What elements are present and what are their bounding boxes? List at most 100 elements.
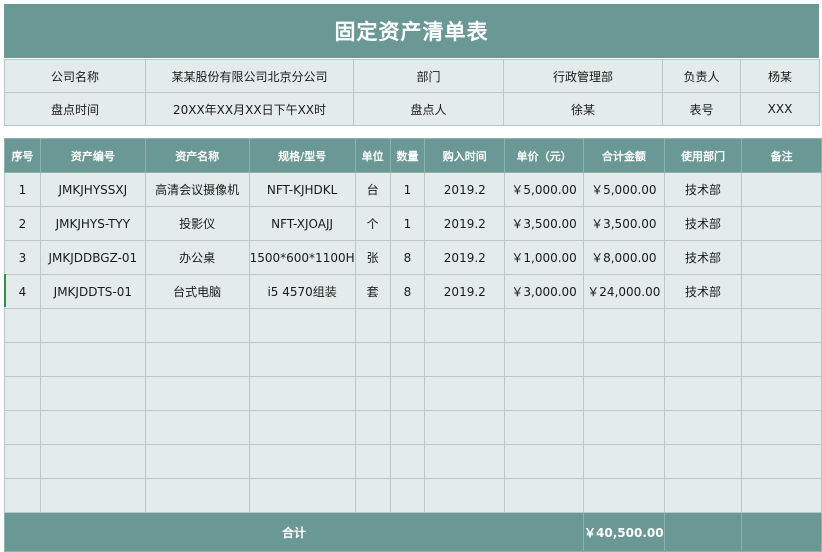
- col-unit-cell[interactable]: [354, 342, 391, 377]
- col-index-cell[interactable]: [4, 376, 41, 411]
- col-department-cell[interactable]: [663, 444, 743, 479]
- inventory-person-label[interactable]: 盘点人: [353, 92, 504, 126]
- sheet-number-value[interactable]: XXX: [740, 92, 820, 126]
- col-asset-name-cell[interactable]: 投影仪: [144, 206, 250, 241]
- col-spec-cell[interactable]: [248, 342, 356, 377]
- col-total-amount-cell[interactable]: ￥8,000.00: [583, 240, 665, 275]
- col-index-cell[interactable]: [4, 478, 41, 513]
- col-asset-id-cell[interactable]: JMKJHYSSXJ: [39, 172, 146, 207]
- col-department-cell[interactable]: 技术部: [663, 172, 743, 207]
- col-spec-cell[interactable]: [248, 410, 356, 445]
- col-remarks-cell[interactable]: [741, 444, 822, 479]
- col-unit-cell[interactable]: [354, 308, 391, 343]
- col-asset-id-cell[interactable]: JMKJHYS-TYY: [39, 206, 146, 241]
- col-asset-name-cell[interactable]: 高清会议摄像机: [144, 172, 250, 207]
- col-index-cell[interactable]: [4, 410, 41, 445]
- col-quantity-cell[interactable]: [389, 444, 426, 479]
- col-total-amount-cell[interactable]: [583, 444, 665, 479]
- col-asset-name-cell[interactable]: [144, 308, 250, 343]
- col-asset-id-cell[interactable]: [39, 342, 146, 377]
- col-unit-header[interactable]: 单位: [354, 138, 391, 173]
- sheet-title[interactable]: 固定资产清单表: [4, 4, 819, 58]
- col-remarks-cell[interactable]: [741, 172, 822, 207]
- col-department-cell[interactable]: 技术部: [663, 240, 743, 275]
- col-total-amount-header[interactable]: 合计金额: [583, 138, 665, 173]
- col-department-cell[interactable]: [663, 342, 743, 377]
- col-asset-id-cell[interactable]: [39, 410, 146, 445]
- col-asset-id-cell[interactable]: [39, 478, 146, 513]
- col-total-amount-cell[interactable]: ￥3,500.00: [583, 206, 665, 241]
- col-quantity-cell[interactable]: 1: [389, 172, 426, 207]
- col-asset-name-cell[interactable]: [144, 342, 250, 377]
- col-department-cell[interactable]: [663, 376, 743, 411]
- col-department-cell[interactable]: [663, 308, 743, 343]
- col-quantity-header[interactable]: 数量: [389, 138, 426, 173]
- col-purchase-date-header[interactable]: 购入时间: [424, 138, 506, 173]
- col-purchase-date-cell[interactable]: 2019.2: [424, 206, 506, 241]
- inventory-time-label[interactable]: 盘点时间: [4, 92, 146, 126]
- col-unit-cell[interactable]: 张: [354, 240, 391, 275]
- col-asset-id-cell[interactable]: [39, 376, 146, 411]
- col-spec-cell[interactable]: [248, 308, 356, 343]
- company-label[interactable]: 公司名称: [4, 59, 146, 93]
- col-total-amount-cell[interactable]: [583, 342, 665, 377]
- inventory-person-value[interactable]: 徐某: [503, 92, 663, 126]
- sheet-number-label[interactable]: 表号: [662, 92, 741, 126]
- col-unit-price-cell[interactable]: [504, 342, 585, 377]
- col-purchase-date-cell[interactable]: [424, 444, 506, 479]
- col-unit-price-cell[interactable]: ￥3,500.00: [504, 206, 585, 241]
- col-spec-header[interactable]: 规格/型号: [248, 138, 356, 173]
- col-purchase-date-cell[interactable]: 2019.2: [424, 274, 506, 309]
- col-unit-cell[interactable]: [354, 410, 391, 445]
- col-purchase-date-cell[interactable]: 2019.2: [424, 240, 506, 275]
- col-asset-name-cell[interactable]: [144, 444, 250, 479]
- col-asset-id-cell[interactable]: [39, 444, 146, 479]
- col-quantity-cell[interactable]: 1: [389, 206, 426, 241]
- col-spec-cell[interactable]: NFT-XJOAJJ: [248, 206, 356, 241]
- col-asset-name-cell[interactable]: [144, 478, 250, 513]
- total-empty-cell[interactable]: [663, 512, 743, 552]
- col-total-amount-cell[interactable]: ￥24,000.00: [583, 274, 665, 309]
- col-unit-price-cell[interactable]: [504, 478, 585, 513]
- col-index-cell[interactable]: [4, 342, 41, 377]
- col-purchase-date-cell[interactable]: [424, 308, 506, 343]
- col-department-cell[interactable]: 技术部: [663, 274, 743, 309]
- col-index-cell[interactable]: 4: [4, 274, 41, 309]
- col-unit-cell[interactable]: [354, 478, 391, 513]
- col-quantity-cell[interactable]: 8: [389, 240, 426, 275]
- col-quantity-cell[interactable]: [389, 478, 426, 513]
- col-remarks-cell[interactable]: [741, 308, 822, 343]
- col-remarks-cell[interactable]: [741, 274, 822, 309]
- department-value[interactable]: 行政管理部: [503, 59, 663, 93]
- col-unit-price-header[interactable]: 单价（元）: [504, 138, 585, 173]
- col-spec-cell[interactable]: NFT-KJHDKL: [248, 172, 356, 207]
- col-department-cell[interactable]: 技术部: [663, 206, 743, 241]
- col-index-cell[interactable]: 2: [4, 206, 41, 241]
- col-asset-name-cell[interactable]: 台式电脑: [144, 274, 250, 309]
- col-unit-cell[interactable]: [354, 376, 391, 411]
- col-remarks-header[interactable]: 备注: [741, 138, 822, 173]
- col-remarks-cell[interactable]: [741, 410, 822, 445]
- col-total-amount-cell[interactable]: ￥5,000.00: [583, 172, 665, 207]
- col-purchase-date-cell[interactable]: [424, 410, 506, 445]
- col-index-cell[interactable]: [4, 308, 41, 343]
- col-asset-name-cell[interactable]: 办公桌: [144, 240, 250, 275]
- col-index-header[interactable]: 序号: [4, 138, 41, 173]
- col-remarks-cell[interactable]: [741, 376, 822, 411]
- col-asset-id-cell[interactable]: JMKJDDBGZ-01: [39, 240, 146, 275]
- col-purchase-date-cell[interactable]: 2019.2: [424, 172, 506, 207]
- col-asset-name-cell[interactable]: [144, 410, 250, 445]
- col-asset-id-cell[interactable]: [39, 308, 146, 343]
- col-quantity-cell[interactable]: 8: [389, 274, 426, 309]
- department-label[interactable]: 部门: [353, 59, 504, 93]
- col-quantity-cell[interactable]: [389, 376, 426, 411]
- col-unit-cell[interactable]: 个: [354, 206, 391, 241]
- owner-value[interactable]: 杨某: [740, 59, 820, 93]
- col-unit-cell[interactable]: 台: [354, 172, 391, 207]
- col-remarks-cell[interactable]: [741, 478, 822, 513]
- col-quantity-cell[interactable]: [389, 410, 426, 445]
- col-index-cell[interactable]: [4, 444, 41, 479]
- col-total-amount-cell[interactable]: [583, 410, 665, 445]
- total-label[interactable]: 合计: [3, 512, 585, 552]
- col-department-cell[interactable]: [663, 410, 743, 445]
